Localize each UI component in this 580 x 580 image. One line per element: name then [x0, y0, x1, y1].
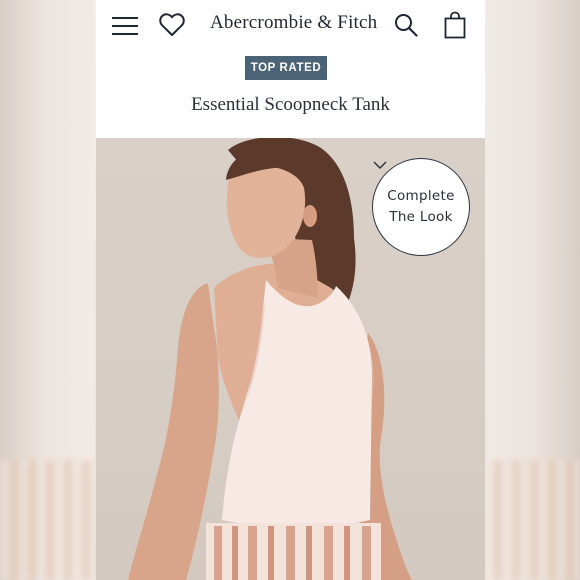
- shopping-bag-icon[interactable]: [444, 11, 466, 39]
- menu-icon[interactable]: [112, 17, 138, 35]
- product-image[interactable]: Complete The Look: [96, 138, 485, 580]
- brand-logo[interactable]: Abercrombie & Fitch: [210, 12, 377, 34]
- chevron-down-icon: [373, 161, 387, 169]
- top-rated-badge: TOP RATED: [245, 56, 327, 80]
- backdrop-right-band: [484, 460, 580, 580]
- product-title: Essential Scoopneck Tank: [191, 94, 390, 115]
- complete-the-look-button[interactable]: Complete The Look: [372, 158, 470, 256]
- complete-the-look-line2: The Look: [389, 209, 453, 225]
- heart-icon[interactable]: [159, 13, 185, 37]
- top-header: Abercrombie & Fitch: [96, 0, 485, 52]
- backdrop-left-band: [0, 460, 96, 580]
- search-icon[interactable]: [394, 13, 418, 37]
- product-page: Abercrombie & Fitch TOP RATED Essential …: [96, 0, 485, 580]
- complete-the-look-line1: Complete: [387, 188, 455, 204]
